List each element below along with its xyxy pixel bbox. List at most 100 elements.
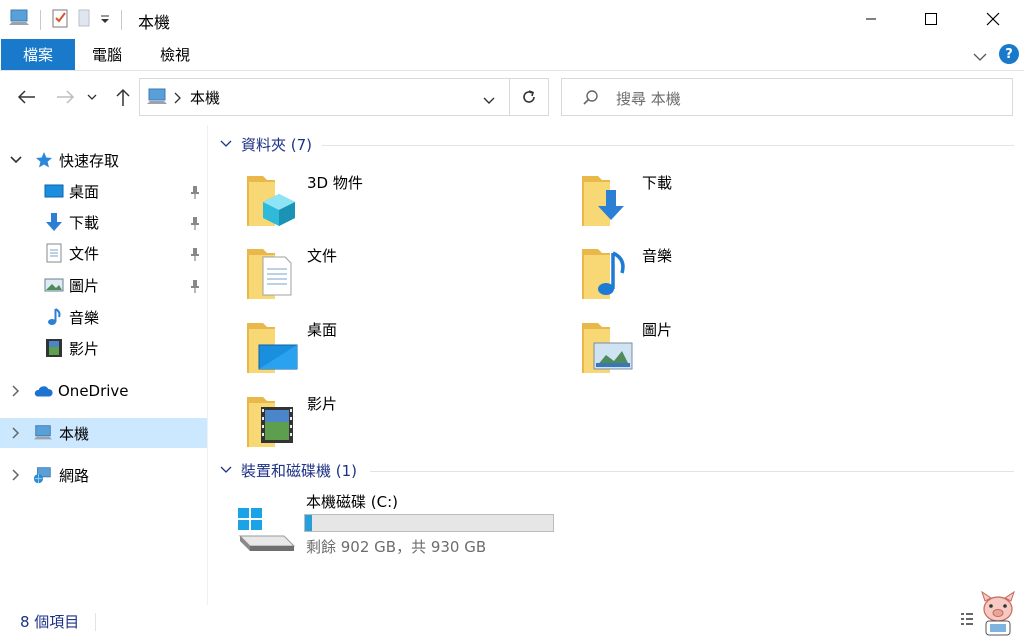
status-item-count: 8 個項目 [20,613,80,631]
folder-tile-documents[interactable]: 文件 [245,243,545,309]
recent-locations-button[interactable] [84,85,100,109]
chevron-right-icon[interactable] [9,468,23,482]
nav-label-music: 音樂 [69,308,100,327]
search-placeholder: 搜尋 本機 [616,90,681,108]
properties-icon[interactable] [51,8,69,32]
ribbon-tabs: 檔案 電腦 檢視 [0,38,1024,71]
nav-onedrive[interactable]: OneDrive [0,376,207,406]
desktop-icon [44,181,64,201]
status-divider [95,613,96,631]
hard-drive-icon [238,508,296,551]
network-icon [33,465,53,485]
nav-label-this-pc: 本機 [59,424,90,443]
nav-item-pictures[interactable]: 圖片 [0,270,207,300]
drive-free-space: 剩餘 902 GB，共 930 GB [306,538,487,556]
pig-mascot-watermark [981,591,1015,636]
refresh-button[interactable] [510,78,549,116]
group-title-drives: 裝置和磁碟機 (1) [241,461,358,480]
quick-access-toolbar [8,8,126,32]
nav-item-music[interactable]: 音樂 [0,302,207,332]
documents-folder-icon [247,249,292,299]
tab-view[interactable]: 檢視 [160,39,190,70]
window-title: 本機 [138,13,171,32]
breadcrumb[interactable]: 本機 [190,87,220,108]
folder-label: 下載 [642,174,673,192]
nav-label-quick-access: 快速存取 [59,151,120,170]
videos-folder-icon [247,397,293,447]
toolbar-separator [121,10,122,30]
address-dropdown-icon[interactable] [483,92,495,110]
folder-tile-pictures[interactable]: 圖片 [580,317,880,383]
address-bar[interactable]: 本機 [139,78,510,116]
back-button[interactable] [14,85,38,109]
forward-button[interactable] [54,85,78,109]
picture-icon [44,275,64,295]
folder-tile-downloads[interactable]: 下載 [580,170,880,236]
title-bar: 本機 [0,0,1024,38]
chevron-right-icon[interactable] [9,384,23,398]
pictures-folder-icon [582,323,633,373]
drive-usage-fill [305,515,313,531]
folder-label: 影片 [307,395,338,413]
group-divider [322,145,1014,146]
chevron-down-icon[interactable] [9,153,23,167]
document-icon [44,243,64,263]
nav-label-downloads: 下載 [69,213,100,232]
nav-quick-access[interactable]: 快速存取 [0,145,207,175]
pin-icon[interactable] [189,247,201,261]
pin-icon[interactable] [189,279,201,293]
group-header-folders[interactable]: 資料夾 (7) [220,133,312,155]
chevron-right-icon[interactable] [9,426,23,440]
tab-computer[interactable]: 電腦 [92,39,122,70]
nav-network[interactable]: 網路 [0,460,207,490]
star-icon [34,150,54,170]
ribbon-expand-icon[interactable] [973,48,987,66]
chevron-down-icon[interactable] [220,140,232,148]
chevron-down-icon[interactable] [220,466,232,474]
pin-icon[interactable] [189,185,201,199]
nav-item-desktop[interactable]: 桌面 [0,176,207,206]
status-bar: 8 個項目 [0,591,1024,637]
music-icon [44,307,64,327]
this-pc-icon [33,423,53,443]
download-icon [44,212,64,232]
this-pc-icon[interactable] [8,9,30,31]
nav-this-pc[interactable]: 本機 [0,418,207,448]
video-icon [44,338,64,358]
folder-label: 圖片 [642,321,673,339]
toolbar-separator [40,10,41,30]
group-header-drives[interactable]: 裝置和磁碟機 (1) [220,459,357,481]
this-pc-icon [146,88,168,110]
folder-label: 音樂 [642,247,673,265]
search-input[interactable]: 搜尋 本機 [561,78,1013,116]
breadcrumb-separator-icon[interactable] [173,90,181,108]
nav-label-network: 網路 [59,466,90,485]
folder-tile-3d-objects[interactable]: 3D 物件 [245,170,545,236]
nav-label-videos: 影片 [69,339,100,358]
folder-tile-videos[interactable]: 影片 [245,391,545,457]
folder-label: 3D 物件 [307,174,363,192]
maximize-button[interactable] [900,0,962,38]
tab-file[interactable]: 檔案 [1,39,75,70]
folder-tile-music[interactable]: 音樂 [580,243,880,309]
nav-item-downloads[interactable]: 下載 [0,207,207,237]
help-button[interactable]: ? [999,44,1019,64]
customize-toolbar-icon[interactable] [99,11,111,29]
group-divider [370,471,1014,472]
nav-label-onedrive: OneDrive [58,382,129,400]
folder-label: 文件 [307,247,338,265]
minimize-button[interactable] [840,0,902,38]
search-icon [582,89,600,111]
drive-tile-c[interactable]: 本機磁碟 (C:) 剩餘 902 GB，共 930 GB [236,490,566,560]
nav-item-documents[interactable]: 文件 [0,238,207,268]
folder-tile-desktop[interactable]: 桌面 [245,317,545,383]
drive-name: 本機磁碟 (C:) [306,493,398,511]
up-button[interactable] [111,85,135,109]
new-folder-icon[interactable] [75,8,93,32]
nav-label-desktop: 桌面 [69,182,100,201]
pin-icon[interactable] [189,216,201,230]
details-view-icon[interactable] [960,611,974,629]
desktop-folder-icon [247,323,298,373]
nav-item-videos[interactable]: 影片 [0,333,207,363]
close-button[interactable] [962,0,1024,38]
